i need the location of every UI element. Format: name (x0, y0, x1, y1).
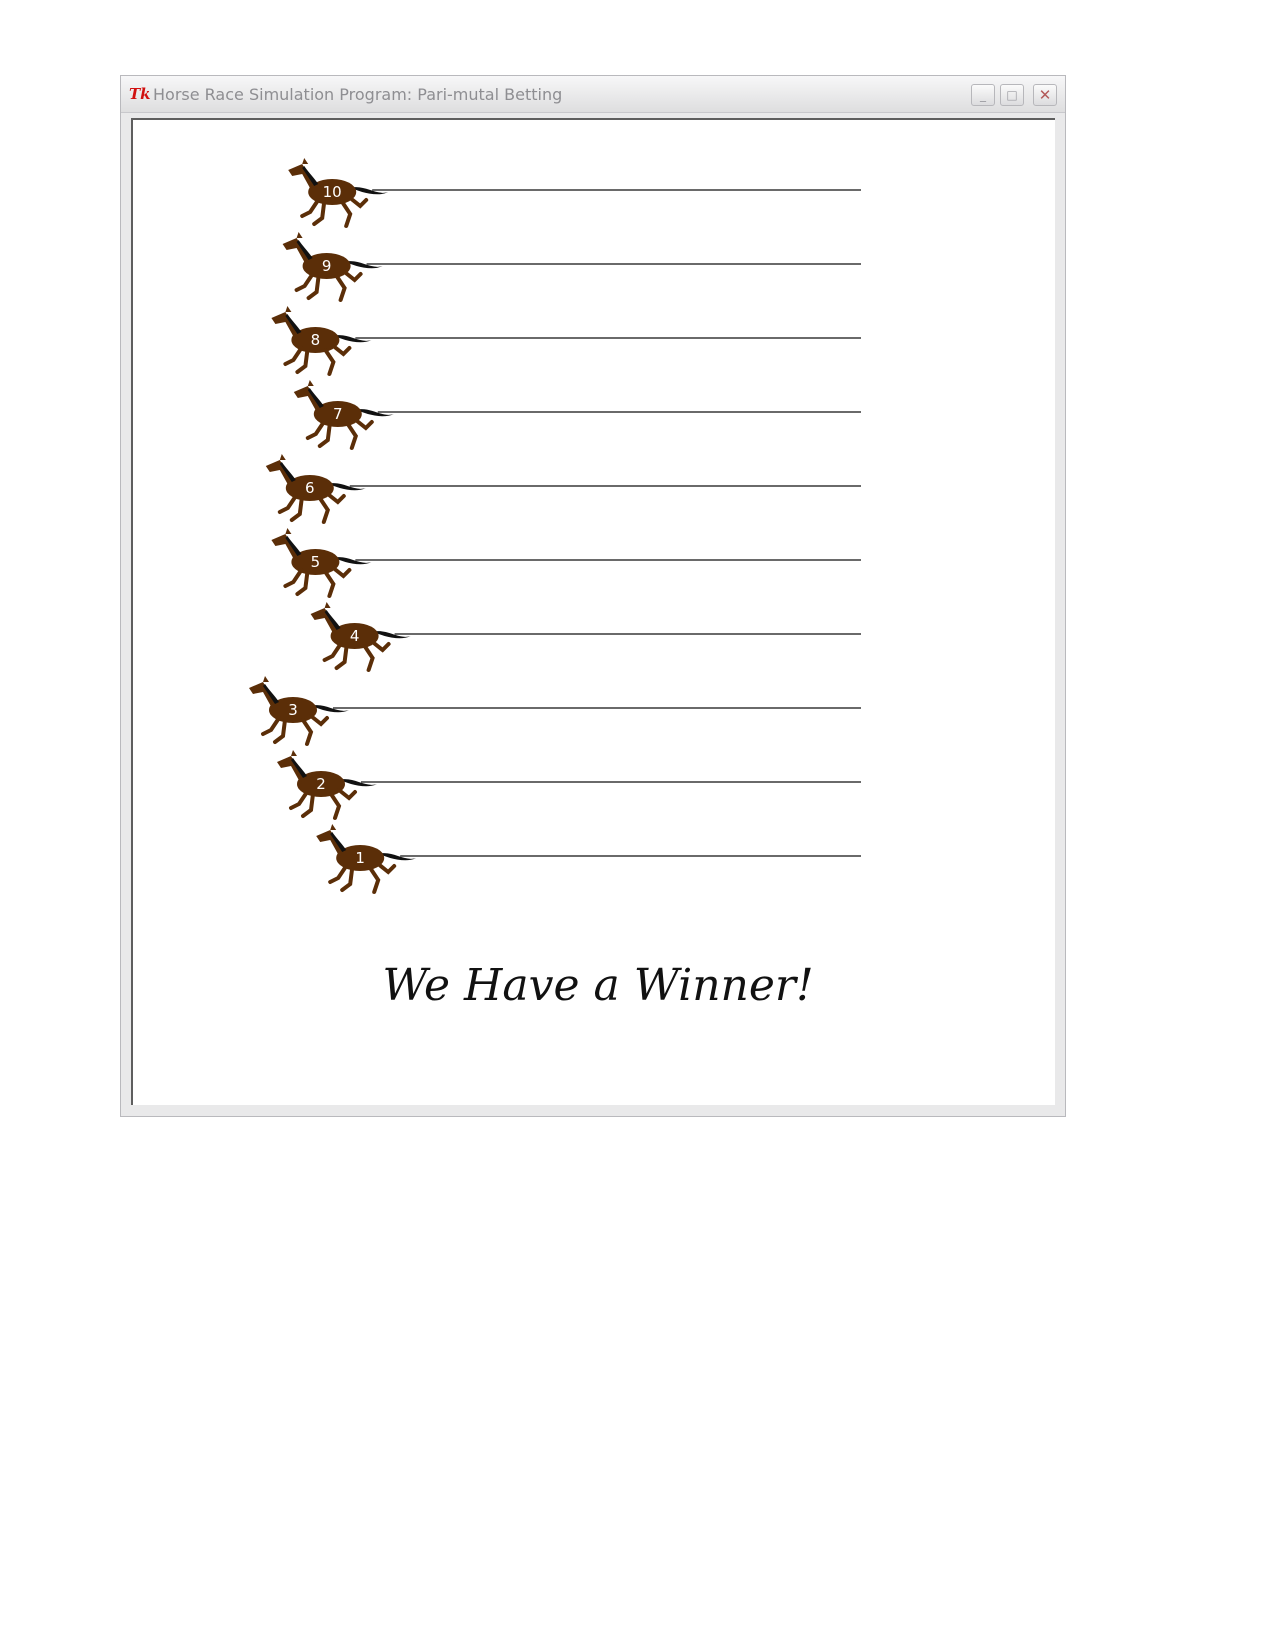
horse-number-7: 7 (333, 405, 343, 423)
horse-icon (265, 454, 366, 524)
horse-number-2: 2 (316, 775, 326, 793)
horse-number-4: 4 (349, 627, 360, 645)
horse-icon (282, 232, 383, 302)
horse-number-8: 8 (310, 331, 321, 349)
horse-number-9: 9 (321, 257, 332, 275)
minimize-button[interactable]: _ (971, 84, 995, 106)
maximize-button[interactable]: □ (1000, 84, 1024, 106)
horse-icon (249, 676, 349, 746)
horse-icon (310, 602, 411, 672)
horse-number-10: 10 (322, 183, 342, 201)
horse-number-6: 6 (305, 479, 315, 497)
horse-icon (271, 528, 372, 598)
horse-icon (271, 306, 372, 376)
close-button[interactable]: ✕ (1033, 84, 1057, 106)
horse-number-3: 3 (288, 701, 298, 719)
horse-icon (293, 380, 394, 450)
horse-icon (316, 824, 417, 894)
tk-icon: Tk (129, 85, 151, 103)
winner-message: We Have a Winner! (382, 960, 814, 1011)
title-bar[interactable]: Tk Horse Race Simulation Program: Pari-m… (121, 76, 1065, 113)
race-track (249, 158, 861, 894)
horse-icon (277, 750, 377, 820)
horse-number-1: 1 (355, 849, 365, 867)
app-window: Tk Horse Race Simulation Program: Pari-m… (120, 75, 1066, 1117)
horse-number-5: 5 (310, 553, 321, 571)
window-title: Horse Race Simulation Program: Pari-muta… (153, 85, 563, 104)
race-canvas: 10 9 8 7 6 5 4 3 2 1 We Have a Winner! (131, 118, 1055, 1105)
